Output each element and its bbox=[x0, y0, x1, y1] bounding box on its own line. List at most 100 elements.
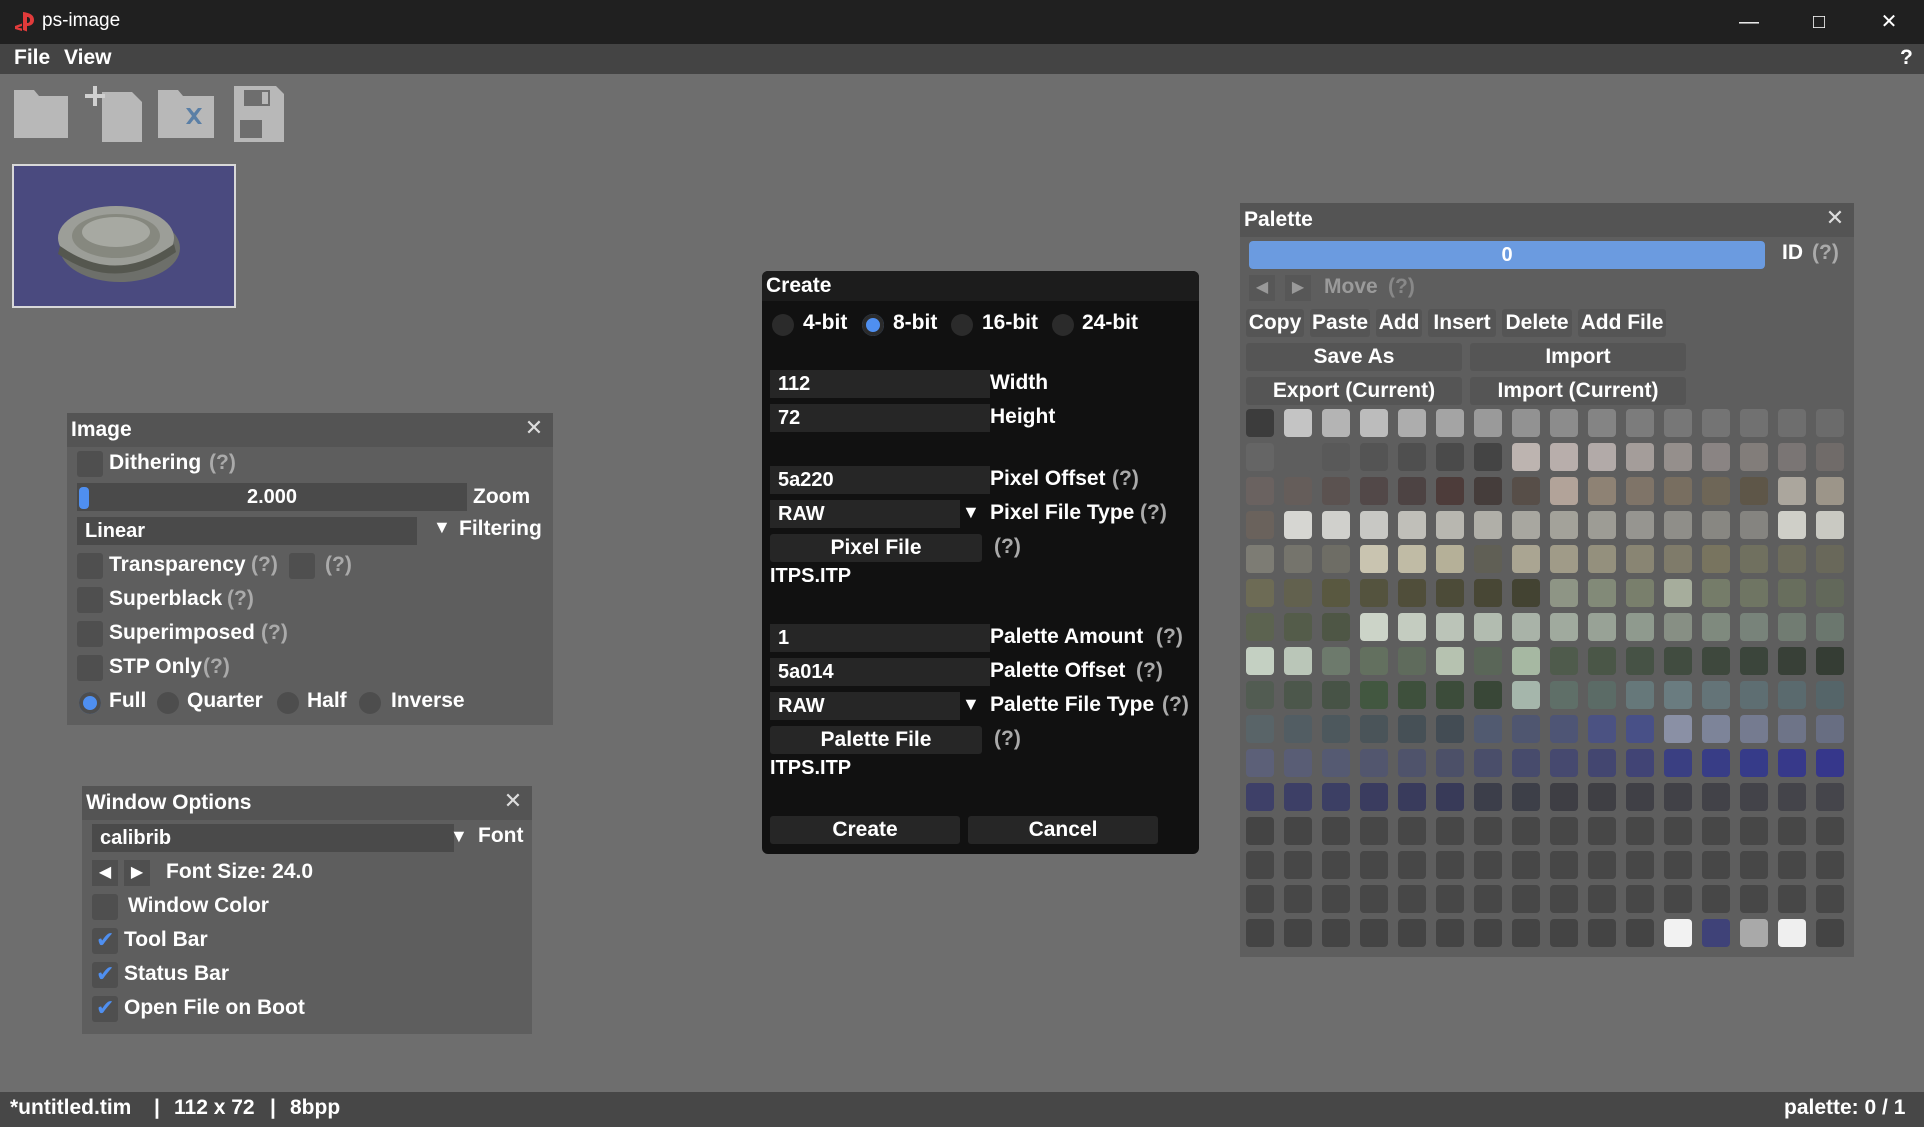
palette-swatch[interactable] bbox=[1626, 545, 1654, 573]
palette-swatch[interactable] bbox=[1474, 817, 1502, 845]
palette-swatch[interactable] bbox=[1550, 851, 1578, 879]
palette-swatch[interactable] bbox=[1284, 409, 1312, 437]
palette-swatch[interactable] bbox=[1246, 885, 1274, 913]
palette-swatch[interactable] bbox=[1664, 749, 1692, 777]
palette-swatch[interactable] bbox=[1550, 715, 1578, 743]
palette-swatch[interactable] bbox=[1398, 919, 1426, 947]
superimposed-help[interactable]: (?) bbox=[261, 621, 288, 645]
palette-swatch[interactable] bbox=[1778, 579, 1806, 607]
palette-swatch[interactable] bbox=[1588, 511, 1616, 539]
palette-swatch[interactable] bbox=[1398, 511, 1426, 539]
chevron-down-icon[interactable]: ▼ bbox=[433, 517, 451, 538]
bit-radio-16[interactable] bbox=[951, 314, 973, 336]
insert-button[interactable]: Insert bbox=[1428, 309, 1496, 337]
palette-swatch[interactable] bbox=[1550, 817, 1578, 845]
palette-swatch[interactable] bbox=[1664, 919, 1692, 947]
palette-swatch[interactable] bbox=[1702, 443, 1730, 471]
palette-swatch[interactable] bbox=[1284, 715, 1312, 743]
palette-swatch[interactable] bbox=[1664, 511, 1692, 539]
palette-swatch[interactable] bbox=[1664, 545, 1692, 573]
palette-swatch[interactable] bbox=[1398, 579, 1426, 607]
palette-swatch[interactable] bbox=[1740, 885, 1768, 913]
palette-swatch[interactable] bbox=[1436, 783, 1464, 811]
palette-swatch[interactable] bbox=[1550, 409, 1578, 437]
palette-swatch[interactable] bbox=[1740, 715, 1768, 743]
palette-swatch[interactable] bbox=[1512, 749, 1540, 777]
palette-swatch[interactable] bbox=[1246, 749, 1274, 777]
palette-swatch[interactable] bbox=[1436, 851, 1464, 879]
palette-swatch[interactable] bbox=[1246, 681, 1274, 709]
chevron-down-icon[interactable]: ▼ bbox=[962, 694, 980, 715]
palette-swatch[interactable] bbox=[1816, 477, 1844, 505]
palette-swatch[interactable] bbox=[1360, 817, 1388, 845]
palette-swatch[interactable] bbox=[1664, 443, 1692, 471]
palette-swatch[interactable] bbox=[1588, 613, 1616, 641]
palette-swatch[interactable] bbox=[1816, 681, 1844, 709]
mode-radio-inverse[interactable] bbox=[359, 692, 381, 714]
palette-swatch[interactable] bbox=[1360, 715, 1388, 743]
palette-swatch[interactable] bbox=[1360, 545, 1388, 573]
transparency-help[interactable]: (?) bbox=[251, 553, 278, 577]
palette-swatch[interactable] bbox=[1322, 749, 1350, 777]
palette-swatch[interactable] bbox=[1322, 647, 1350, 675]
bit-radio-8[interactable] bbox=[862, 314, 884, 336]
palette-swatch[interactable] bbox=[1778, 545, 1806, 573]
palette-offset-input[interactable]: 5a014 bbox=[770, 658, 990, 686]
palette-swatch[interactable] bbox=[1474, 749, 1502, 777]
mode-radio-quarter[interactable] bbox=[157, 692, 179, 714]
dithering-help[interactable]: (?) bbox=[209, 451, 236, 475]
palette-swatch[interactable] bbox=[1626, 817, 1654, 845]
palette-swatch[interactable] bbox=[1702, 613, 1730, 641]
palette-swatch[interactable] bbox=[1702, 919, 1730, 947]
palette-swatch[interactable] bbox=[1322, 817, 1350, 845]
palette-swatch[interactable] bbox=[1588, 477, 1616, 505]
palette-swatch[interactable] bbox=[1816, 511, 1844, 539]
palette-swatch[interactable] bbox=[1284, 783, 1312, 811]
palette-swatch[interactable] bbox=[1512, 647, 1540, 675]
palette-type-select[interactable]: RAW bbox=[770, 692, 960, 720]
palette-swatch[interactable] bbox=[1778, 817, 1806, 845]
palette-swatch[interactable] bbox=[1284, 919, 1312, 947]
palette-swatch[interactable] bbox=[1284, 545, 1312, 573]
palette-swatch[interactable] bbox=[1474, 579, 1502, 607]
palette-amount-help[interactable]: (?) bbox=[1156, 625, 1183, 649]
palette-swatch[interactable] bbox=[1360, 749, 1388, 777]
palette-swatch[interactable] bbox=[1360, 579, 1388, 607]
palette-offset-help[interactable]: (?) bbox=[1136, 659, 1163, 683]
palette-swatch[interactable] bbox=[1550, 885, 1578, 913]
palette-swatch[interactable] bbox=[1664, 477, 1692, 505]
palette-swatch[interactable] bbox=[1360, 885, 1388, 913]
palette-swatch[interactable] bbox=[1512, 409, 1540, 437]
superimposed-checkbox[interactable] bbox=[77, 621, 103, 647]
palette-swatch[interactable] bbox=[1550, 647, 1578, 675]
palette-swatch[interactable] bbox=[1626, 783, 1654, 811]
pixel-type-help[interactable]: (?) bbox=[1140, 501, 1167, 525]
pixel-file-help[interactable]: (?) bbox=[994, 535, 1021, 559]
palette-swatch[interactable] bbox=[1246, 443, 1274, 471]
palette-swatch[interactable] bbox=[1474, 443, 1502, 471]
palette-swatch[interactable] bbox=[1816, 579, 1844, 607]
menu-file[interactable]: File bbox=[14, 46, 50, 70]
move-left-button[interactable]: ◀ bbox=[1249, 275, 1275, 301]
height-input[interactable]: 72 bbox=[770, 404, 990, 432]
palette-swatch[interactable] bbox=[1664, 647, 1692, 675]
stp-only-checkbox[interactable] bbox=[77, 655, 103, 681]
palette-swatch[interactable] bbox=[1702, 851, 1730, 879]
palette-swatch[interactable] bbox=[1284, 579, 1312, 607]
palette-swatch[interactable] bbox=[1550, 511, 1578, 539]
palette-swatch[interactable] bbox=[1322, 885, 1350, 913]
palette-swatch[interactable] bbox=[1816, 851, 1844, 879]
font-select[interactable]: calibrib bbox=[92, 824, 454, 852]
transparency-checkbox[interactable] bbox=[77, 553, 103, 579]
palette-swatch[interactable] bbox=[1398, 749, 1426, 777]
palette-swatch[interactable] bbox=[1436, 749, 1464, 777]
palette-swatch[interactable] bbox=[1246, 511, 1274, 539]
maximize-button[interactable]: □ bbox=[1784, 0, 1854, 44]
palette-swatch[interactable] bbox=[1360, 409, 1388, 437]
bit-radio-24[interactable] bbox=[1052, 314, 1074, 336]
new-file-icon[interactable] bbox=[84, 86, 144, 144]
palette-swatch[interactable] bbox=[1664, 681, 1692, 709]
palette-swatch[interactable] bbox=[1512, 817, 1540, 845]
palette-swatch[interactable] bbox=[1702, 885, 1730, 913]
palette-swatch[interactable] bbox=[1246, 477, 1274, 505]
